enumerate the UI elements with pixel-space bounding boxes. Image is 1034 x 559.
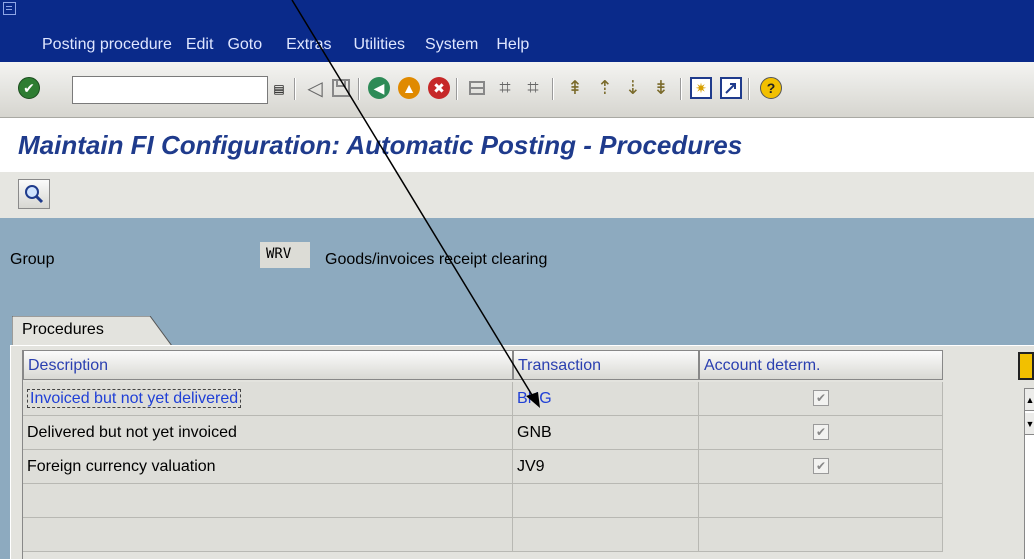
find-icon[interactable]: ⌗ <box>490 72 520 104</box>
row-account-determ: ✔ <box>699 416 943 450</box>
magnifier-icon <box>25 185 44 204</box>
table-row[interactable] <box>23 484 513 518</box>
toolbar-separator <box>552 78 554 100</box>
row-transaction[interactable]: BNG <box>513 382 699 416</box>
scroll-down-icon[interactable]: ▼ <box>1025 413 1034 435</box>
account-determ-checkbox[interactable]: ✔ <box>813 390 829 406</box>
table-row[interactable]: Invoiced but not yet delivered <box>23 382 513 416</box>
row-description: Invoiced but not yet delivered <box>27 389 242 408</box>
group-label: Group <box>10 251 55 268</box>
print-icon[interactable] <box>462 72 492 104</box>
group-value-field: WRV <box>260 242 310 268</box>
vertical-scrollbar[interactable]: ▲ ▼ <box>1024 388 1034 559</box>
toolbar-separator <box>294 78 296 100</box>
menu-goto[interactable]: Goto <box>227 36 262 58</box>
toolbar-separator <box>456 78 458 100</box>
row-account-determ <box>699 484 943 518</box>
row-transaction[interactable] <box>513 518 699 552</box>
help-icon[interactable]: ? <box>756 72 786 104</box>
toolbar-separator <box>680 78 682 100</box>
menu-edit[interactable]: Edit <box>186 36 214 58</box>
table-row[interactable] <box>23 518 513 552</box>
standard-toolbar: ✔ ▤ ◁ ◀ ▲ ✖ ⌗ ⌗ ⇞ ⇡ ⇣ ⇟ ✷ ? <box>0 62 1034 118</box>
menu-bar: Posting procedure Edit Goto Extras Utili… <box>0 0 1034 62</box>
enter-check-icon[interactable]: ✔ <box>14 72 44 104</box>
menu-utilities[interactable]: Utilities <box>353 36 405 58</box>
account-determ-checkbox[interactable]: ✔ <box>813 424 829 440</box>
column-header-description[interactable]: Description <box>23 350 513 380</box>
menu-help[interactable]: Help <box>496 36 529 58</box>
menu-posting-procedure[interactable]: Posting procedure <box>42 36 172 58</box>
system-menu-icon[interactable] <box>3 2 16 15</box>
table-row[interactable]: Foreign currency valuation <box>23 450 513 484</box>
back-icon[interactable]: ◀ <box>364 72 394 104</box>
toolbar-separator <box>358 78 360 100</box>
previous-page-icon[interactable]: ⇡ <box>590 72 620 104</box>
row-transaction[interactable]: JV9 <box>513 450 699 484</box>
menu-items: Posting procedure Edit Goto Extras Utili… <box>42 36 529 58</box>
procedures-table: Description Transaction Account determ. … <box>22 350 943 559</box>
table-row[interactable]: Delivered but not yet invoiced <box>23 416 513 450</box>
shortcut-icon[interactable] <box>716 72 746 104</box>
account-determ-checkbox[interactable]: ✔ <box>813 458 829 474</box>
group-description: Goods/invoices receipt clearing <box>325 251 548 268</box>
details-button[interactable] <box>18 179 50 209</box>
column-configuration-icon[interactable] <box>1018 352 1034 380</box>
svg-text:✷: ✷ <box>695 81 707 97</box>
tab-procedures[interactable]: Procedures <box>12 316 172 346</box>
row-account-determ: ✔ <box>699 450 943 484</box>
row-description: Delivered but not yet invoiced <box>27 424 237 441</box>
scroll-up-icon[interactable]: ▲ <box>1025 389 1034 411</box>
row-description: Foreign currency valuation <box>27 458 216 475</box>
row-transaction[interactable] <box>513 484 699 518</box>
find-next-icon[interactable]: ⌗ <box>518 72 548 104</box>
column-header-transaction[interactable]: Transaction <box>513 350 699 380</box>
row-transaction[interactable]: GNB <box>513 416 699 450</box>
new-session-icon[interactable]: ✷ <box>686 72 716 104</box>
exit-icon[interactable]: ▲ <box>394 72 424 104</box>
last-page-icon[interactable]: ⇟ <box>646 72 676 104</box>
save-icon[interactable] <box>326 72 356 104</box>
menu-system[interactable]: System <box>425 36 478 58</box>
row-account-determ <box>699 518 943 552</box>
first-page-icon[interactable]: ⇞ <box>560 72 590 104</box>
command-field[interactable] <box>72 76 268 104</box>
menu-extras[interactable]: Extras <box>286 36 331 58</box>
table-side-controls: ▲ ▼ <box>1010 350 1034 559</box>
page-title: Maintain FI Configuration: Automatic Pos… <box>18 130 743 160</box>
command-field-dropdown-icon[interactable]: ▤ <box>272 78 286 100</box>
toolbar-separator <box>748 78 750 100</box>
tab-procedures-label: Procedures <box>22 321 104 338</box>
column-header-account-determ[interactable]: Account determ. <box>699 350 943 380</box>
next-page-icon[interactable]: ⇣ <box>618 72 648 104</box>
application-toolbar <box>0 172 1034 218</box>
row-account-determ: ✔ <box>699 382 943 416</box>
cancel-icon[interactable]: ✖ <box>424 72 454 104</box>
